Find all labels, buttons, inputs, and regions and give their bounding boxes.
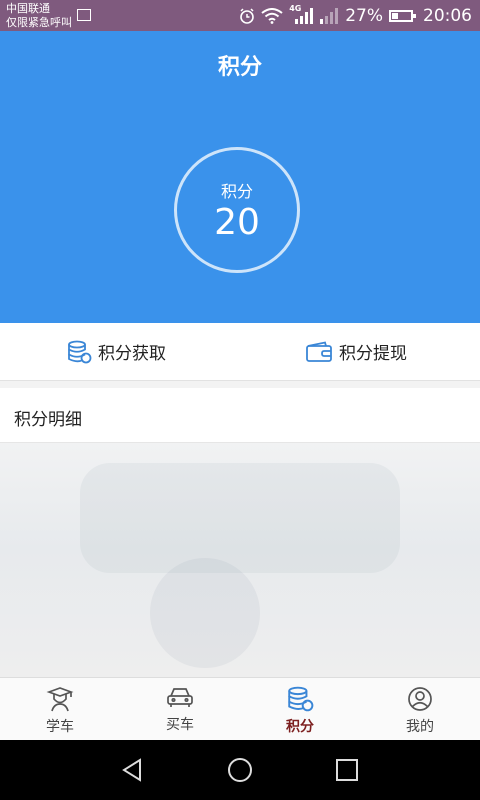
wallet-icon [306, 340, 332, 362]
earn-points-label: 积分获取 [98, 344, 166, 364]
tab-profile[interactable]: 我的 [360, 678, 480, 741]
carrier-info: 中国联通 仅限紧急呼叫 [6, 2, 72, 29]
points-label: 积分 [220, 182, 253, 201]
coins-icon [68, 340, 92, 363]
withdraw-points-label: 积分提现 [339, 344, 407, 364]
alarm-icon [240, 7, 255, 24]
background-watermark [150, 558, 260, 668]
carrier-name: 中国联通 [6, 2, 50, 15]
tab-learn-driving[interactable]: 学车 [0, 678, 120, 741]
clock-time: 20:06 [423, 5, 472, 26]
tab-label: 学车 [46, 719, 74, 735]
points-detail-title: 积分明细 [14, 410, 82, 430]
status-icons: 4G 27% 20:06 [239, 0, 472, 31]
points-value: 20 [214, 202, 260, 243]
tab-label: 积分 [286, 719, 314, 735]
points-actions: 积分获取 积分提现 [0, 323, 480, 381]
points-header: 积分 积分 20 [0, 31, 480, 323]
bottom-tab-bar: 学车 买车 积分 我的 [0, 677, 480, 741]
tab-label: 我的 [406, 719, 434, 735]
signal-4g-icon: 4G [289, 4, 314, 25]
back-icon[interactable] [118, 755, 148, 785]
signal-weak-icon [320, 7, 339, 24]
recent-apps-icon[interactable] [332, 755, 362, 785]
student-icon [46, 687, 74, 712]
tab-points[interactable]: 积分 [240, 678, 360, 741]
withdraw-points-button[interactable]: 积分提现 [305, 323, 407, 380]
background-watermark-shape [80, 463, 400, 573]
profile-icon [408, 687, 432, 711]
coins-icon [288, 686, 314, 712]
battery-percent: 27% [345, 5, 383, 26]
system-navigation-bar [0, 740, 480, 800]
image-notification-icon [77, 9, 91, 21]
points-detail-list [0, 443, 480, 677]
points-detail-header: 积分明细 [0, 388, 480, 443]
tab-label: 买车 [166, 717, 194, 733]
battery-icon [389, 9, 416, 22]
home-icon[interactable] [225, 755, 255, 785]
earn-points-button[interactable]: 积分获取 [66, 323, 166, 380]
points-circle: 积分 20 [174, 147, 300, 273]
emergency-only-text: 仅限紧急呼叫 [6, 16, 72, 29]
status-bar: 中国联通 仅限紧急呼叫 4G 27% 20:06 [0, 0, 480, 31]
car-icon [167, 688, 193, 707]
tab-buy-car[interactable]: 买车 [120, 678, 240, 741]
page-title: 积分 [217, 55, 262, 80]
wifi-icon [261, 7, 283, 24]
